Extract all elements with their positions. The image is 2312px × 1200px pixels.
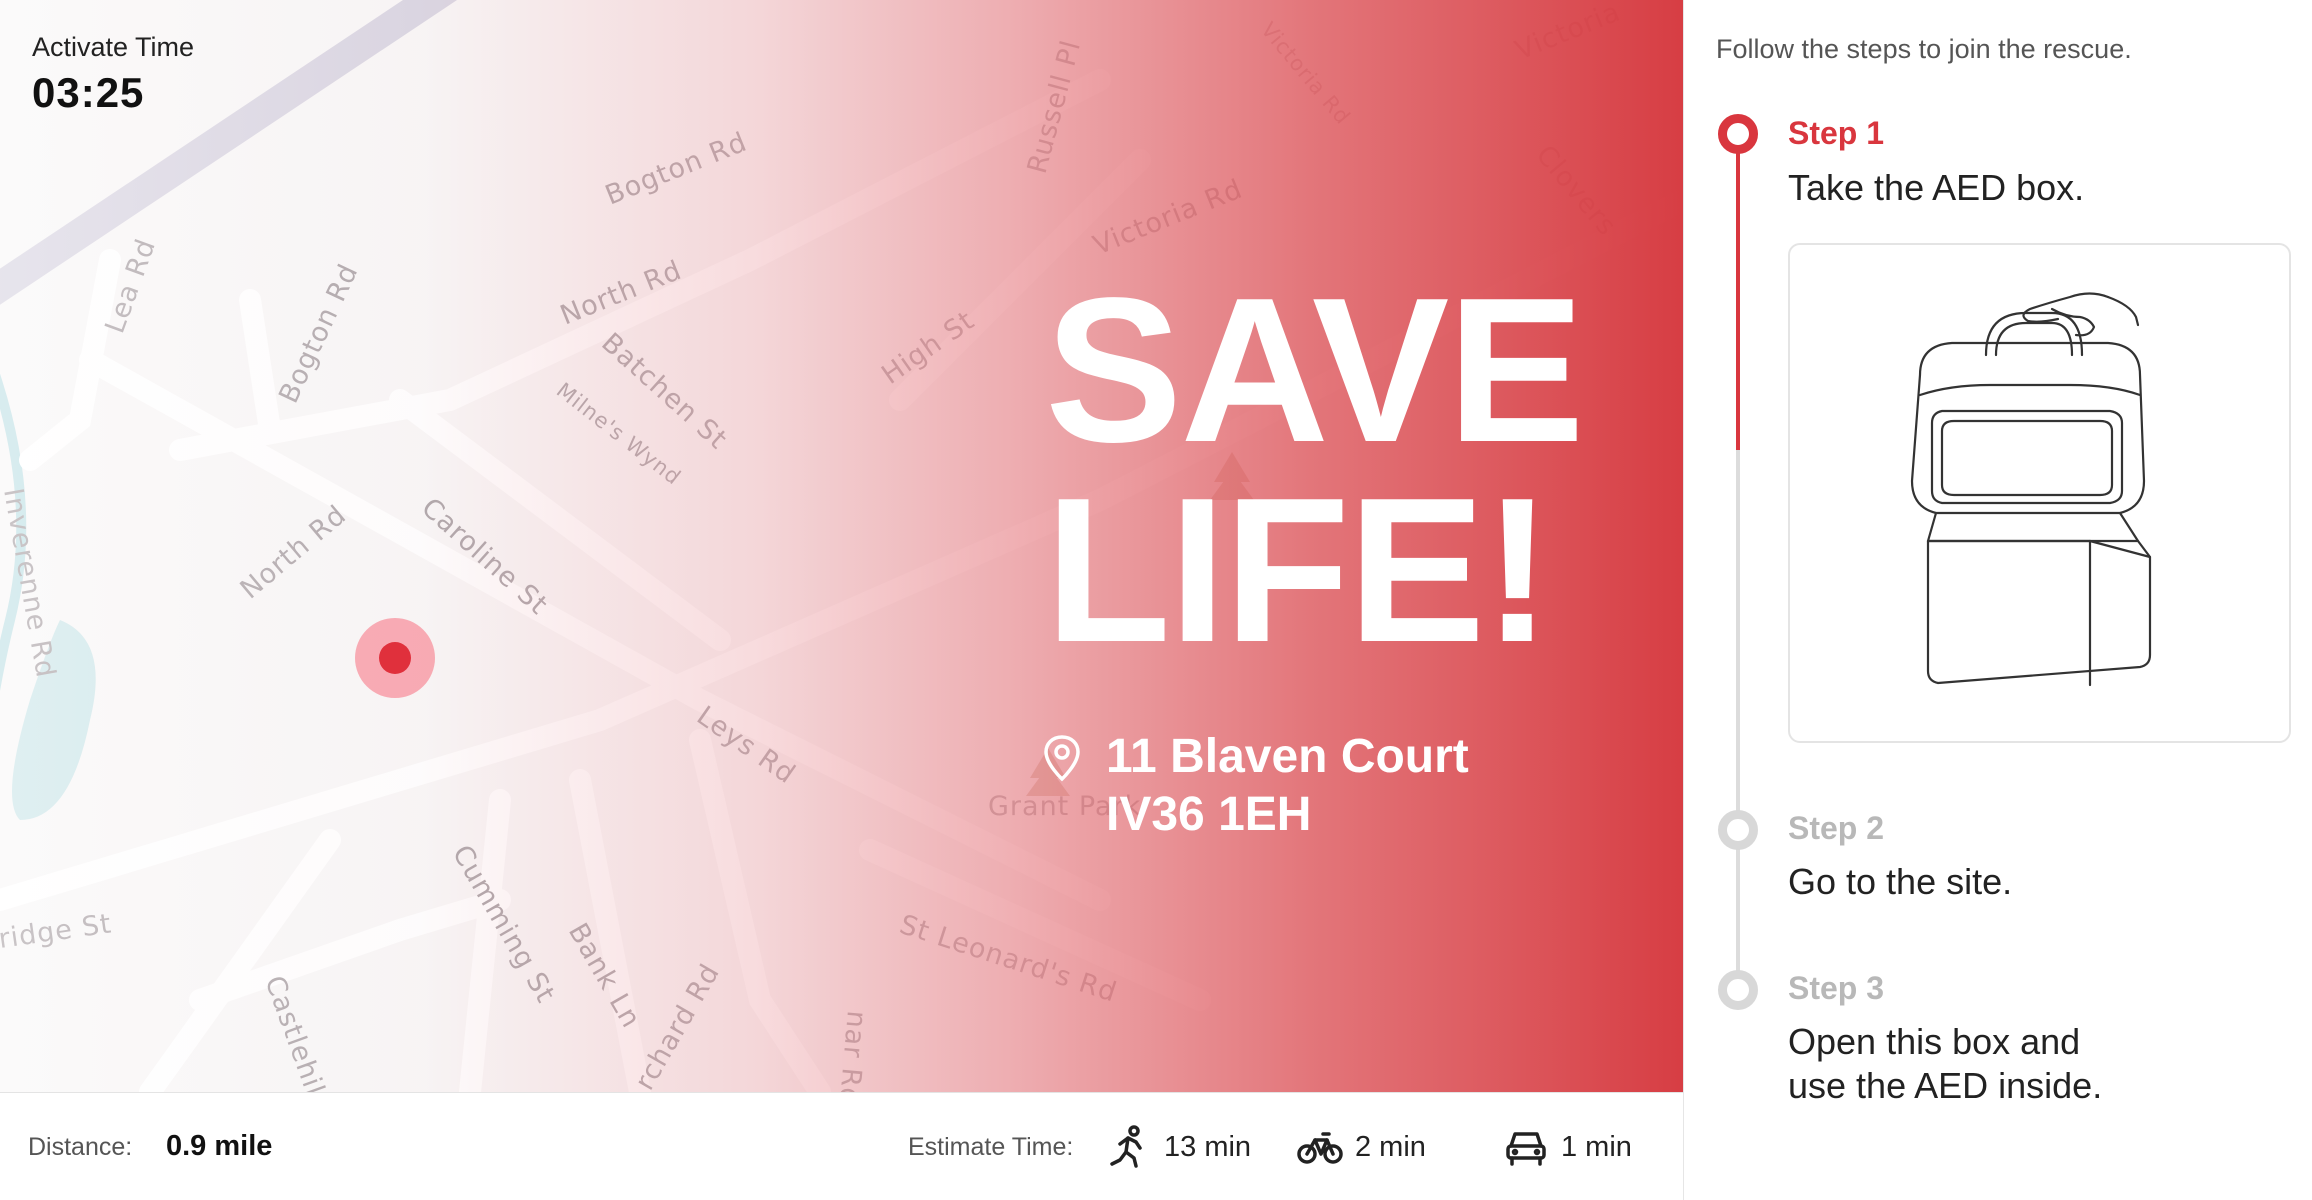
car-time[interactable]: 1 min (1503, 1123, 1632, 1171)
route-info-bar: Distance: 0.9 mile Estimate Time: 13 min… (0, 1092, 1683, 1200)
save-life-headline: SAVE LIFE! (1045, 255, 1645, 685)
step-3-description-line-1: Open this box and (1788, 1021, 2081, 1062)
address-postcode: IV36 1EH (1106, 788, 1312, 841)
activate-time-block: Activate Time 03:25 (32, 32, 194, 117)
step-3-title[interactable]: Step 3 (1788, 970, 1884, 1007)
map-panel[interactable]: Bogton Rd Russell Pl Victoria Rd Victori… (0, 0, 1683, 1092)
location-pin-icon (1044, 735, 1080, 782)
step-1-marker (1718, 114, 1758, 154)
rescue-steps-panel: Follow the steps to join the rescue. Ste… (1683, 0, 2312, 1200)
address-street: 11 Blaven Court (1106, 730, 1469, 783)
step-3-description-line-2: use the AED inside. (1788, 1065, 2103, 1106)
step-2-description: Go to the site. (1788, 861, 2013, 902)
step-3-marker (1718, 970, 1758, 1010)
activate-time-label: Activate Time (32, 32, 195, 62)
current-location-marker[interactable] (355, 618, 435, 698)
timeline-progress (1736, 140, 1740, 450)
step-1-description: Take the AED box. (1788, 167, 2085, 208)
step-3-description: Open this box and use the AED inside. (1788, 1020, 2268, 1108)
steps-intro: Follow the steps to join the rescue. (1716, 34, 2132, 64)
bike-time[interactable]: 2 min (1297, 1123, 1426, 1171)
aed-box-image (1910, 292, 2152, 687)
bicycle-icon (1297, 1132, 1343, 1164)
walk-time[interactable]: 13 min (1106, 1123, 1251, 1171)
walking-person-icon (1110, 1125, 1142, 1168)
distance-label: Distance: (28, 1133, 133, 1161)
step-2-marker (1718, 810, 1758, 850)
headline-line-1: SAVE (1045, 255, 1585, 485)
car-icon (1506, 1132, 1546, 1166)
distance-value: 0.9 mile (166, 1130, 273, 1162)
headline-line-2: LIFE! (1045, 455, 1552, 685)
destination-address: 11 Blaven Court IV36 1EH (1042, 728, 1469, 844)
bike-time-value: 2 min (1355, 1130, 1426, 1163)
walk-time-value: 13 min (1164, 1130, 1252, 1163)
activate-time-value: 03:25 (32, 69, 145, 116)
step-1-title[interactable]: Step 1 (1788, 115, 1884, 152)
estimate-time-label: Estimate Time: (908, 1133, 1074, 1161)
aed-box-illustration (1788, 243, 2291, 743)
step-2-title[interactable]: Step 2 (1788, 810, 1884, 847)
car-time-value: 1 min (1561, 1130, 1632, 1163)
